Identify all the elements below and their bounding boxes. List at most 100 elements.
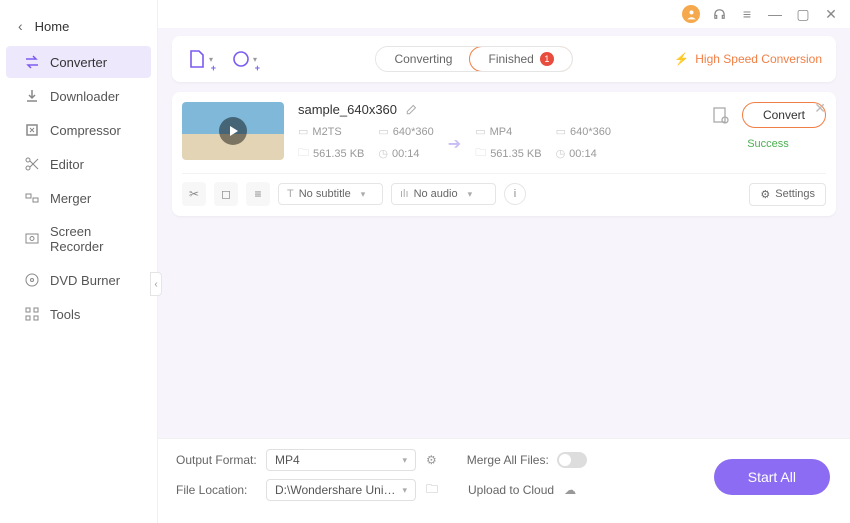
upload-label: Upload to Cloud: [468, 483, 554, 497]
finished-count-badge: 1: [540, 52, 554, 66]
target-duration: 00:14: [569, 148, 597, 160]
status-label: Success: [747, 138, 789, 150]
collapse-sidebar-button[interactable]: ‹: [150, 272, 162, 296]
nav-label: Editor: [50, 157, 84, 172]
status-tabs: Converting Finished 1: [375, 46, 572, 72]
scissors-icon: [24, 156, 40, 172]
gear-icon: ⚙: [760, 188, 770, 201]
folder-icon: 🗀: [298, 144, 309, 163]
merge-toggle[interactable]: [557, 452, 587, 468]
download-icon: [24, 88, 40, 104]
titlebar: ≡ — ▢ ✕: [158, 0, 850, 28]
sidebar-item-dvd-burner[interactable]: DVD Burner: [6, 264, 151, 296]
sidebar: ‹ Home Converter Downloader Compressor E…: [0, 0, 158, 523]
settings-button[interactable]: ⚙ Settings: [749, 183, 826, 206]
avatar[interactable]: [682, 5, 700, 23]
output-settings-icon[interactable]: [710, 104, 732, 126]
source-meta: ▭M2TS ▭640*360 🗀561.35 KB ◷00:14: [298, 125, 434, 163]
clock-icon: ◷: [378, 147, 388, 160]
sidebar-item-converter[interactable]: Converter: [6, 46, 151, 78]
audio-value: No audio: [414, 188, 458, 200]
file-location-value: D:\Wondershare UniConverter 1: [275, 483, 402, 497]
source-size: 561.35 KB: [313, 148, 364, 160]
close-icon[interactable]: ✕: [814, 100, 826, 117]
bolt-icon: ⚡: [674, 52, 689, 66]
subtitle-dropdown[interactable]: T No subtitle ▾: [278, 183, 383, 205]
main-area: ≡ — ▢ ✕ +▾ +▾ Converting Finished 1 ⚡ Hi…: [158, 0, 850, 523]
high-speed-conversion-button[interactable]: ⚡ High Speed Conversion: [674, 52, 822, 66]
maximize-icon[interactable]: ▢: [794, 5, 812, 23]
merger-icon: [24, 190, 40, 206]
trim-icon[interactable]: ✂: [182, 182, 206, 206]
sidebar-item-tools[interactable]: Tools: [6, 298, 151, 330]
nav-label: DVD Burner: [50, 273, 120, 288]
caret-down-icon: ▾: [402, 485, 407, 496]
tab-label: Finished: [488, 52, 533, 66]
subtitle-icon: T: [287, 188, 294, 200]
nav-label: Downloader: [50, 89, 119, 104]
plus-icon: +: [211, 63, 216, 73]
preset-icon[interactable]: ⚙: [426, 453, 437, 467]
footer: Output Format: MP4 ▾ ⚙ Merge All Files: …: [158, 438, 850, 523]
cloud-icon[interactable]: ☁: [564, 483, 576, 497]
resolution-icon: ▭: [378, 125, 388, 138]
audio-icon: ılı: [400, 188, 409, 200]
source-codec: M2TS: [312, 126, 341, 138]
compressor-icon: [24, 122, 40, 138]
target-meta: ▭ MP4 ▭ 640*360 🗀 561.35 KB ◷00:14: [475, 125, 611, 163]
file-name: sample_640x360: [298, 102, 397, 117]
minimize-icon[interactable]: —: [766, 5, 784, 23]
grid-icon: [24, 306, 40, 322]
high-speed-label: High Speed Conversion: [695, 52, 822, 66]
resolution-icon: ▭: [556, 125, 566, 138]
headset-icon[interactable]: [710, 5, 728, 23]
caret-down-icon: ▾: [468, 189, 473, 200]
sidebar-item-downloader[interactable]: Downloader: [6, 80, 151, 112]
video-thumbnail[interactable]: [182, 102, 284, 160]
output-format-label: Output Format:: [176, 453, 266, 467]
arrow-right-icon: ➔: [448, 134, 461, 154]
target-size: 561.35 KB: [490, 148, 541, 160]
sidebar-item-editor[interactable]: Editor: [6, 148, 151, 180]
home-nav[interactable]: ‹ Home: [0, 8, 157, 44]
open-folder-icon[interactable]: 🗀: [426, 480, 438, 501]
output-format-select[interactable]: MP4 ▾: [266, 449, 416, 471]
caret-down-icon: ▾: [361, 189, 366, 200]
tab-converting[interactable]: Converting: [376, 47, 470, 71]
file-location-label: File Location:: [176, 483, 266, 497]
sidebar-item-merger[interactable]: Merger: [6, 182, 151, 214]
output-format-value: MP4: [275, 453, 300, 467]
target-resolution: 640*360: [570, 126, 611, 138]
file-card: ✕ sample_640x360 ▭ M2TS ▭ 640*360 🗀 561.35 …: [172, 92, 836, 216]
caret-down-icon: ▾: [402, 455, 407, 466]
video-icon: ▭: [298, 125, 308, 138]
toolbar: +▾ +▾ Converting Finished 1 ⚡ High Speed…: [172, 36, 836, 82]
close-window-icon[interactable]: ✕: [822, 5, 840, 23]
tab-finished[interactable]: Finished 1: [469, 46, 572, 72]
chevron-left-icon: ‹: [18, 18, 23, 34]
list-icon[interactable]: ≡: [246, 182, 270, 206]
merge-label: Merge All Files:: [467, 453, 549, 467]
nav-label: Tools: [50, 307, 80, 322]
folder-icon: 🗀: [475, 144, 486, 163]
clock-icon: ◷: [556, 147, 566, 160]
target-codec: MP4: [490, 126, 513, 138]
disc-icon: [24, 272, 40, 288]
nav-label: Screen Recorder: [50, 224, 133, 254]
converter-icon: [24, 54, 40, 70]
edit-name-icon[interactable]: [405, 104, 417, 116]
video-icon: ▭: [475, 125, 485, 138]
source-duration: 00:14: [392, 148, 420, 160]
crop-icon[interactable]: ◻: [214, 182, 238, 206]
subtitle-value: No subtitle: [299, 188, 351, 200]
info-icon[interactable]: i: [504, 183, 526, 205]
add-file-button[interactable]: +▾: [186, 47, 214, 71]
play-icon: [219, 117, 247, 145]
sidebar-item-compressor[interactable]: Compressor: [6, 114, 151, 146]
file-location-select[interactable]: D:\Wondershare UniConverter 1 ▾: [266, 479, 416, 501]
start-all-button[interactable]: Start All: [714, 459, 830, 495]
menu-icon[interactable]: ≡: [738, 5, 756, 23]
sidebar-item-screen-recorder[interactable]: Screen Recorder: [6, 216, 151, 262]
add-folder-button[interactable]: +▾: [230, 47, 258, 71]
audio-dropdown[interactable]: ılı No audio ▾: [391, 183, 496, 205]
